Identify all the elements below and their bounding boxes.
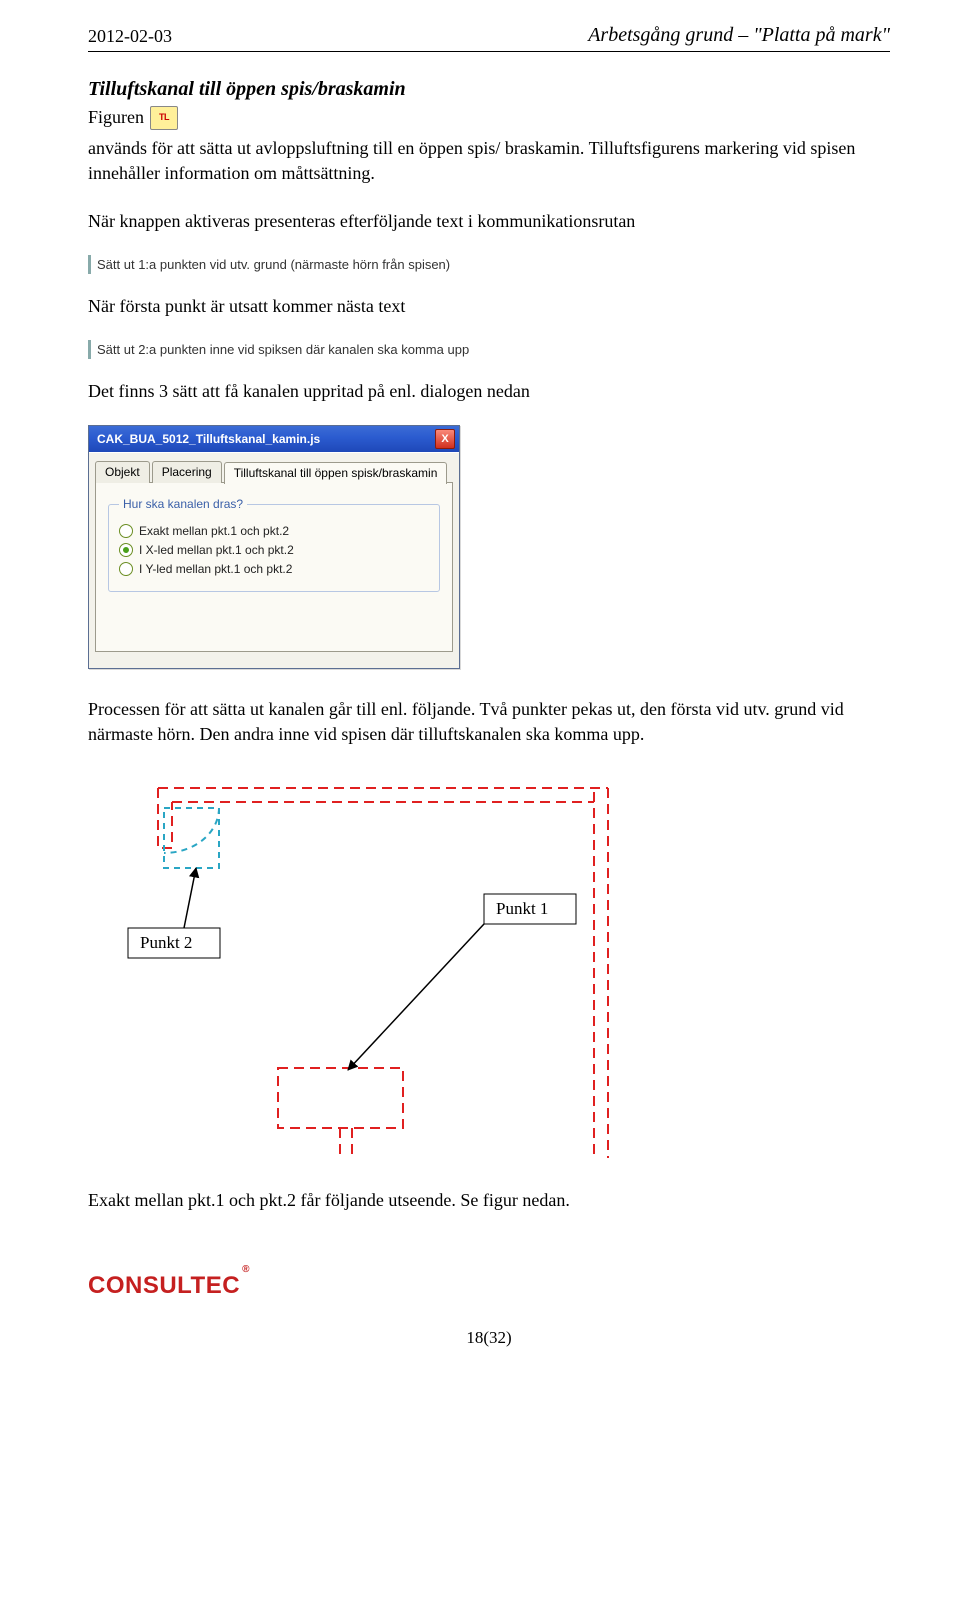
logo-text: CONSULTEC bbox=[88, 1272, 240, 1300]
groupbox-hur-ska-kanalen: Hur ska kanalen dras? Exakt mellan pkt.1… bbox=[108, 497, 440, 592]
status-message-2: Sätt ut 2:a punkten inne vid spiksen där… bbox=[88, 340, 623, 359]
intro-text-before: Figuren bbox=[88, 105, 144, 130]
page-number: 18(32) bbox=[88, 1328, 890, 1348]
close-icon: X bbox=[441, 434, 448, 445]
status-message-1: Sätt ut 1:a punkten vid utv. grund (närm… bbox=[88, 255, 563, 274]
paragraph-2: När första punkt är utsatt kommer nästa … bbox=[88, 294, 890, 318]
diagram: Punkt 2 Punkt 1 bbox=[88, 768, 648, 1158]
tab-objekt[interactable]: Objekt bbox=[95, 461, 150, 483]
dialog-titlebar[interactable]: CAK_BUA_5012_Tilluftskanal_kamin.js X bbox=[89, 426, 459, 452]
section-title: Tilluftskanal till öppen spis/braskamin bbox=[88, 78, 890, 101]
radio-icon bbox=[119, 524, 133, 538]
radio-option-x-led[interactable]: I X-led mellan pkt.1 och pkt.2 bbox=[119, 543, 429, 557]
header-doc-title: Arbetsgång grund – "Platta på mark" bbox=[588, 24, 890, 47]
dialog-title: CAK_BUA_5012_Tilluftskanal_kamin.js bbox=[97, 432, 320, 446]
dialog-window: CAK_BUA_5012_Tilluftskanal_kamin.js X Ob… bbox=[88, 425, 460, 669]
radio-icon-selected bbox=[119, 543, 133, 557]
radio-icon bbox=[119, 562, 133, 576]
header-divider bbox=[88, 51, 890, 52]
punkt1-label: Punkt 1 bbox=[496, 899, 548, 918]
tab-panel: Hur ska kanalen dras? Exakt mellan pkt.1… bbox=[95, 482, 453, 652]
radio-option-y-led[interactable]: I Y-led mellan pkt.1 och pkt.2 bbox=[119, 562, 429, 576]
tilluft-icon: TL bbox=[150, 106, 178, 130]
tab-tilluftskanal[interactable]: Tilluftskanal till öppen spisk/braskamin bbox=[224, 462, 448, 484]
logo-registered-icon: ® bbox=[242, 1264, 250, 1275]
punkt2-label: Punkt 2 bbox=[140, 933, 192, 952]
radio-label-y-led: I Y-led mellan pkt.1 och pkt.2 bbox=[139, 562, 292, 576]
paragraph-4: Processen för att sätta ut kanalen går t… bbox=[88, 697, 890, 746]
radio-option-exakt[interactable]: Exakt mellan pkt.1 och pkt.2 bbox=[119, 524, 429, 538]
header-date: 2012-02-03 bbox=[88, 26, 172, 47]
close-button[interactable]: X bbox=[435, 429, 455, 449]
groupbox-legend: Hur ska kanalen dras? bbox=[119, 497, 247, 511]
paragraph-3: Det finns 3 sätt att få kanalen uppritad… bbox=[88, 379, 890, 403]
footer-logo: CONSULTEC ® bbox=[88, 1272, 890, 1300]
radio-label-x-led: I X-led mellan pkt.1 och pkt.2 bbox=[139, 543, 294, 557]
paragraph-1: När knappen aktiveras presenteras efterf… bbox=[88, 209, 890, 233]
radio-label-exakt: Exakt mellan pkt.1 och pkt.2 bbox=[139, 524, 289, 538]
intro-text-after: används för att sätta ut avloppsluftning… bbox=[88, 136, 890, 186]
tab-placering[interactable]: Placering bbox=[152, 461, 222, 483]
paragraph-5: Exakt mellan pkt.1 och pkt.2 får följand… bbox=[88, 1188, 890, 1212]
